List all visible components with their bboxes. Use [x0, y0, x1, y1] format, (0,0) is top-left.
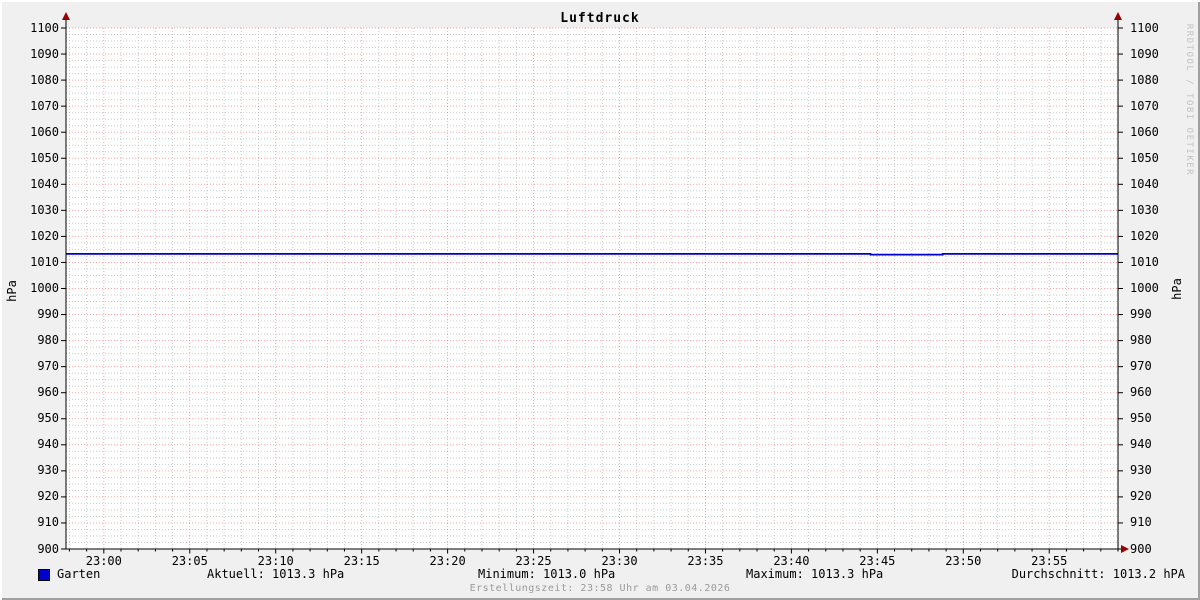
stat-maximum: Maximum: 1013.3 hPa — [746, 567, 884, 581]
x-axis-tick-label: 23:05 — [171, 554, 208, 568]
y-axis-tick-label-right: 900 — [1130, 541, 1152, 556]
y-axis-tick-label-left: 1060 — [30, 124, 59, 139]
y-axis-tick-label-right: 960 — [1130, 385, 1152, 400]
y-axis-tick-label-right: 930 — [1130, 463, 1152, 478]
y-axis-tick-label-left: 1080 — [30, 72, 59, 87]
series-color-swatch — [38, 569, 50, 581]
y-axis-tick-label-left: 950 — [37, 411, 59, 426]
y-axis-tick-label-left: 1040 — [30, 176, 59, 191]
y-axis-tick-label-left: 940 — [37, 437, 59, 452]
y-axis-tick-label-left: 970 — [37, 359, 59, 374]
y-axis-tick-label-left: 1010 — [30, 254, 59, 269]
y-axis-label-right: hPa — [1170, 278, 1184, 300]
y-axis-tick-label-left: 910 — [37, 515, 59, 530]
y-axis-tick-label-left: 930 — [37, 463, 59, 478]
y-axis-tick-label-left: 1050 — [30, 150, 59, 165]
y-axis-tick-label-right: 1070 — [1130, 98, 1159, 113]
y-axis-tick-label-left: 960 — [37, 385, 59, 400]
y-axis-tick-label-right: 1000 — [1130, 281, 1159, 295]
y-axis-tick-label-right: 1080 — [1130, 72, 1159, 87]
stat-minimum: Minimum: 1013.0 hPa — [478, 567, 616, 581]
y-axis-tick-label-left: 1090 — [30, 46, 59, 61]
stat-aktuell: Aktuell: 1013.3 hPa — [207, 567, 345, 581]
y-axis-tick-label-right: 1040 — [1130, 176, 1159, 191]
y-axis-tick-label-left: 1070 — [30, 98, 59, 113]
chart-canvas — [61, 12, 1129, 554]
y-axis-tick-label-left: 980 — [37, 333, 59, 348]
y-axis-tick-label-right: 950 — [1130, 411, 1152, 426]
y-axis-tick-label-right: 1050 — [1130, 150, 1159, 165]
y-axis-tick-label-right: 1020 — [1130, 228, 1159, 243]
x-axis-tick-label: 23:15 — [343, 554, 380, 568]
y-axis-tick-label-right: 1090 — [1130, 46, 1159, 61]
y-axis-tick-label-right: 980 — [1130, 333, 1152, 348]
x-axis-tick-label: 23:35 — [687, 554, 724, 568]
rrdtool-graph: 900 900 910 910 920 920 930 930 940 940 950 950 960 9… — [0, 0, 1200, 600]
y-axis-tick-label-right: 1060 — [1130, 124, 1159, 139]
y-axis-tick-label-right: 970 — [1130, 359, 1152, 374]
chart-title: Luftdruck — [560, 11, 640, 26]
y-axis-label-left: hPa — [5, 280, 19, 302]
stat-durchschnitt: Durchschnitt: 1013.2 hPA — [1011, 567, 1185, 581]
y-axis-tick-label-left: 990 — [37, 307, 59, 322]
y-axis-tick-label-right: 990 — [1130, 307, 1152, 322]
y-axis-tick-label-right: 910 — [1130, 515, 1152, 530]
y-axis-tick-label-left: 1000 — [30, 281, 59, 295]
creation-timestamp: Erstellungszeit: 23:58 Uhr am 03.04.2026 — [469, 583, 731, 594]
y-axis-tick-label-left: 1030 — [30, 202, 59, 217]
y-axis-tick-label-right: 1030 — [1130, 202, 1159, 217]
x-axis-tick-label: 23:20 — [429, 554, 466, 568]
series-name-label: Garten — [57, 567, 101, 581]
y-axis-tick-label-left: 920 — [37, 489, 59, 504]
rrdtool-watermark: RRDTOOL / TOBI OETIKER — [1184, 23, 1194, 177]
y-axis-tick-label-right: 1010 — [1130, 254, 1159, 269]
x-axis-tick-label: 23:50 — [945, 554, 982, 568]
y-axis-tick-label-right: 920 — [1130, 489, 1152, 504]
y-axis-tick-label-right: 940 — [1130, 437, 1152, 452]
y-axis-tick-label-left: 1020 — [30, 228, 59, 243]
y-axis-tick-label-left: 900 — [37, 541, 59, 556]
